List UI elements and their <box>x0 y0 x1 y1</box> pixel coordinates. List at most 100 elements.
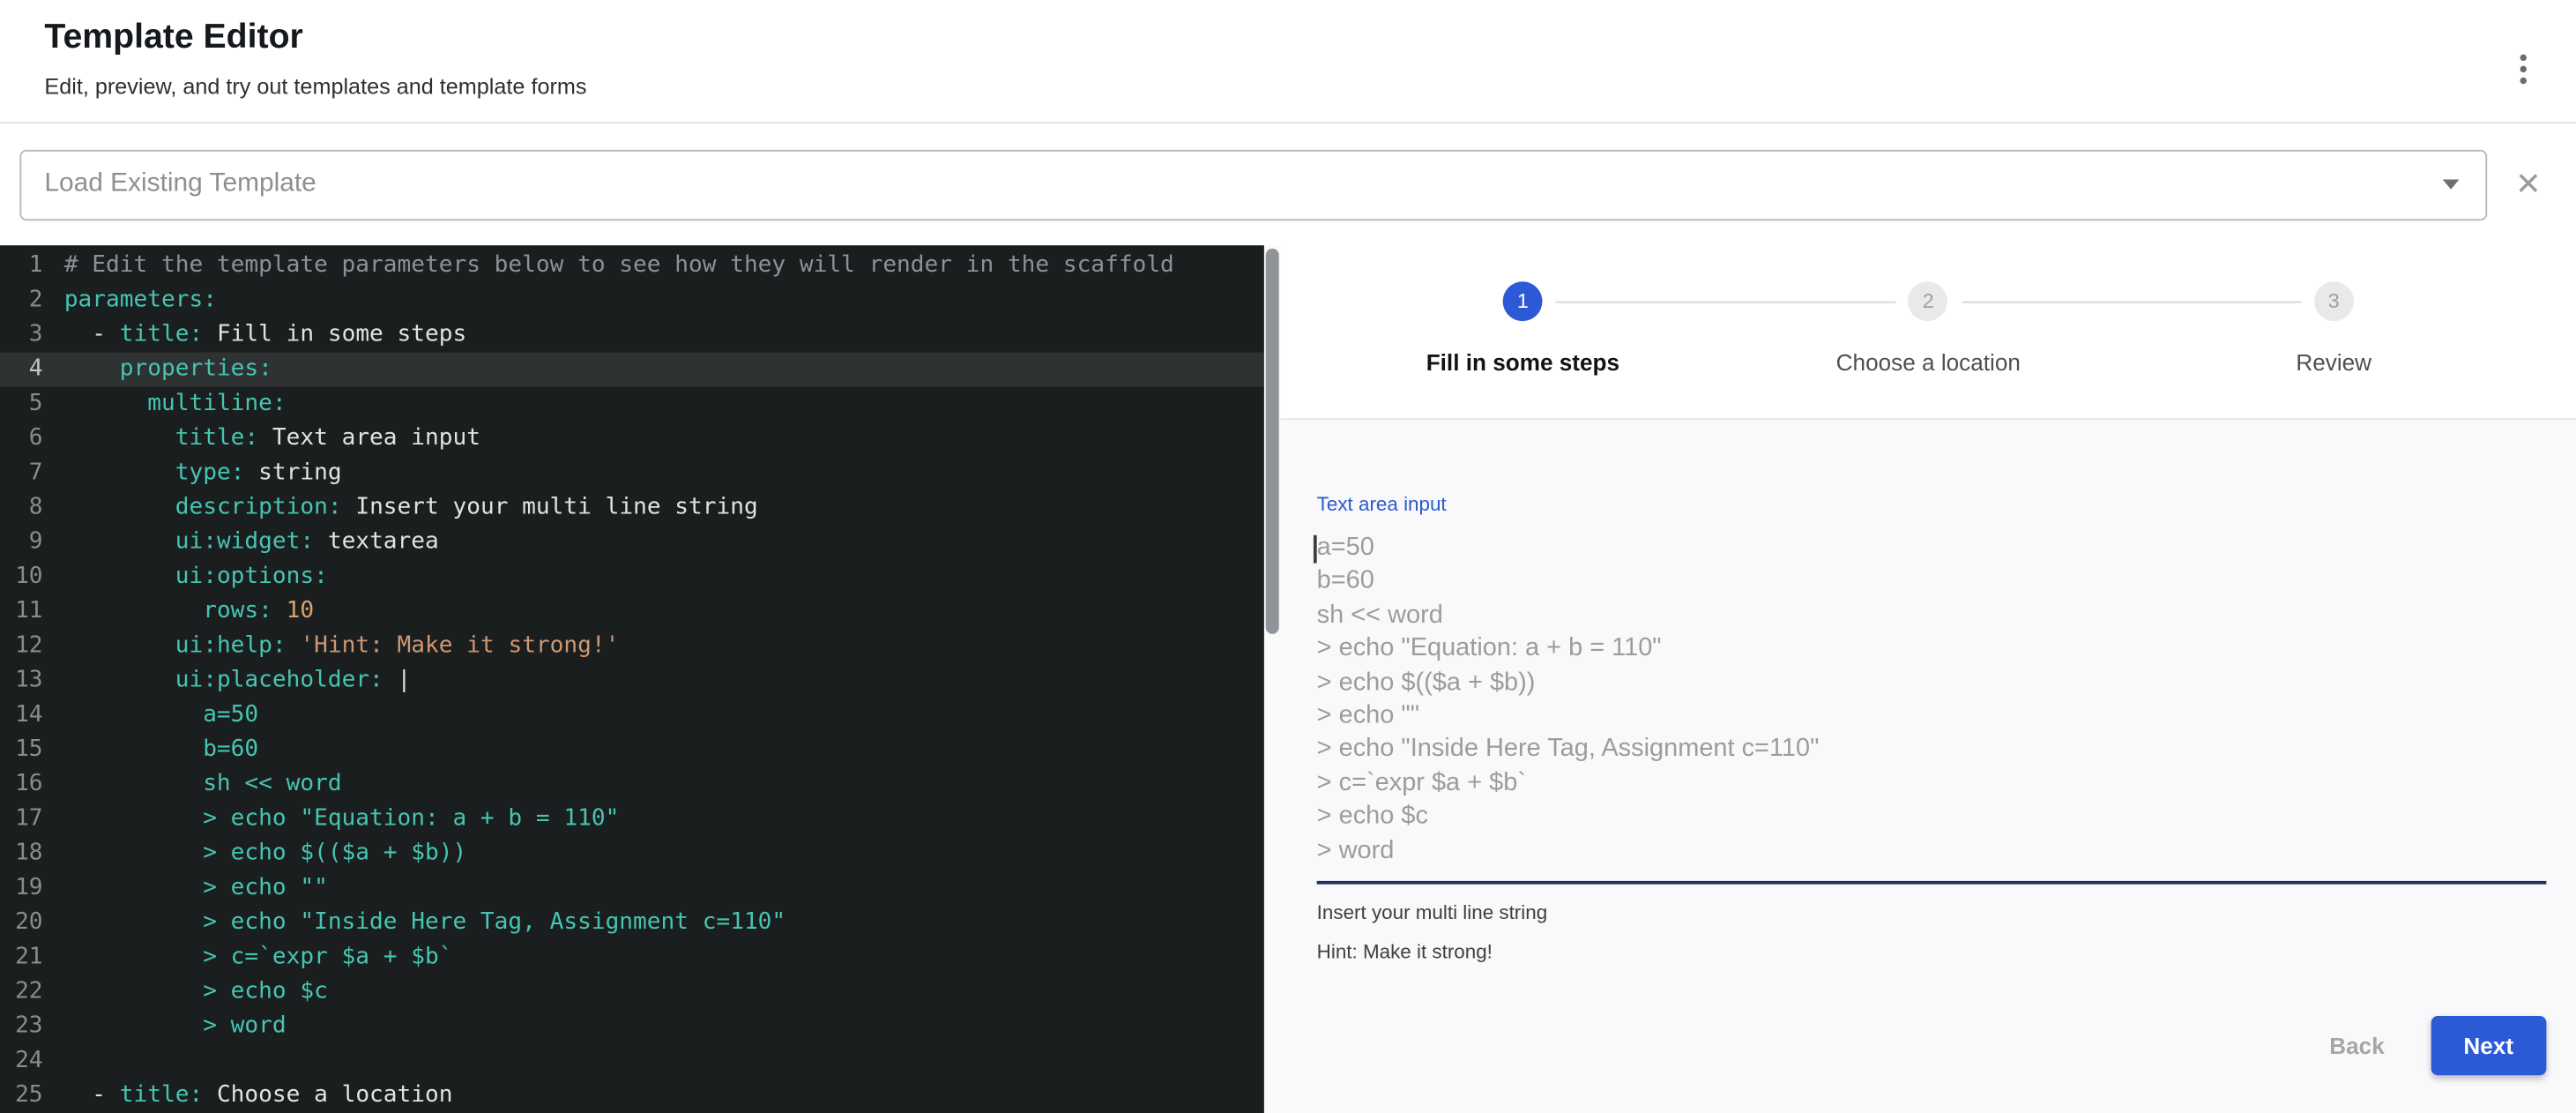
code-line[interactable]: 5 multiline: <box>0 387 1264 422</box>
page-subtitle: Edit, preview, and try out templates and… <box>44 74 586 99</box>
stepper-step-3[interactable]: 3 Review <box>2131 281 2536 375</box>
code-token: ui:placeholder: <box>175 667 383 693</box>
code-token: rows: <box>203 598 272 624</box>
code-line[interactable]: 20 > echo "Inside Here Tag, Assignment c… <box>0 906 1264 940</box>
code-line[interactable]: 6 title: Text area input <box>0 422 1264 456</box>
code-text: > echo $c <box>64 975 328 1009</box>
code-token: > c=`expr $a + $b` <box>64 944 453 970</box>
overflow-menu-icon[interactable] <box>2504 44 2543 93</box>
code-text: ui:options: <box>64 560 328 594</box>
code-token: description: <box>175 494 342 520</box>
line-number: 5 <box>0 387 43 422</box>
code-line[interactable]: 1# Edit the template parameters below to… <box>0 249 1264 283</box>
code-token: ui:options: <box>175 564 328 590</box>
code-text: > echo "Equation: a + b = 110" <box>64 802 620 836</box>
code-line[interactable]: 3 - title: Fill in some steps <box>0 317 1264 352</box>
code-token <box>64 598 203 624</box>
code-line[interactable]: 8 description: Insert your multi line st… <box>0 490 1264 525</box>
code-text: - title: Fill in some steps <box>64 317 466 352</box>
step-circle: 3 <box>2314 281 2354 321</box>
back-button[interactable]: Back <box>2306 1020 2408 1072</box>
line-number: 10 <box>0 560 43 594</box>
code-token <box>287 632 301 659</box>
load-template-placeholder: Load Existing Template <box>44 169 2442 199</box>
scrollbar-thumb[interactable] <box>1266 249 1279 634</box>
code-line[interactable]: 12 ui:help: 'Hint: Make it strong!' <box>0 629 1264 663</box>
textarea-focus-underline <box>1317 881 2547 885</box>
multiline-textarea[interactable]: a=50b=60sh << word> echo "Equation: a + … <box>1317 532 2547 868</box>
code-token <box>64 564 175 590</box>
step-label: Review <box>2296 349 2371 376</box>
code-token: > word <box>64 1012 287 1039</box>
code-token: string <box>244 459 341 486</box>
code-token: type: <box>175 459 245 486</box>
code-text: multiline: <box>64 387 287 422</box>
template-loader-row: Load Existing Template ✕ <box>0 123 2576 245</box>
line-number: 8 <box>0 490 43 525</box>
code-token: title: <box>120 1082 203 1109</box>
code-line[interactable]: 22 > echo $c <box>0 975 1264 1009</box>
code-text: > echo $(($a + $b)) <box>64 836 466 870</box>
code-token <box>64 528 175 555</box>
editor-scrollbar[interactable] <box>1264 245 1281 1113</box>
code-line[interactable]: 14 a=50 <box>0 698 1264 733</box>
code-text: parameters: <box>64 283 217 317</box>
line-number: 12 <box>0 629 43 663</box>
code-text: > echo "Inside Here Tag, Assignment c=11… <box>64 906 785 940</box>
code-text: # Edit the template parameters below to … <box>64 249 1174 283</box>
code-token: textarea <box>314 528 439 555</box>
textarea-line: > echo $(($a + $b)) <box>1317 666 2547 699</box>
stepper-step-1[interactable]: 1Fill in some steps <box>1320 281 1725 375</box>
line-number: 6 <box>0 422 43 456</box>
code-line[interactable]: 15 b=60 <box>0 733 1264 767</box>
code-token: Fill in some steps <box>203 321 466 347</box>
line-number: 3 <box>0 317 43 352</box>
code-line[interactable]: 19 > echo "" <box>0 871 1264 906</box>
code-editor[interactable]: 1# Edit the template parameters below to… <box>0 245 1264 1113</box>
code-line[interactable]: 18 > echo $(($a + $b)) <box>0 836 1264 870</box>
stepper-step-2[interactable]: 2Choose a location <box>1725 281 2131 375</box>
line-number: 7 <box>0 456 43 490</box>
code-token <box>64 667 175 693</box>
code-token: - <box>64 1082 120 1109</box>
code-line[interactable]: 10 ui:options: <box>0 560 1264 594</box>
code-line[interactable]: 2parameters: <box>0 283 1264 317</box>
code-token: # Edit the template parameters below to … <box>64 252 1174 279</box>
code-text: b=60 <box>64 733 258 767</box>
textarea-line: > c=`expr $a + $b` <box>1317 767 2547 801</box>
next-button[interactable]: Next <box>2431 1016 2546 1075</box>
code-token: > echo "Equation: a + b = 110" <box>64 805 620 832</box>
code-line[interactable]: 21 > c=`expr $a + $b` <box>0 940 1264 975</box>
code-token: parameters: <box>64 287 217 313</box>
code-token: ui:help: <box>175 632 287 659</box>
code-line[interactable]: 17 > echo "Equation: a + b = 110" <box>0 802 1264 836</box>
line-number: 20 <box>0 906 43 940</box>
close-icon[interactable]: ✕ <box>2500 156 2556 212</box>
code-line[interactable]: 23 > word <box>0 1010 1264 1044</box>
page-title: Template Editor <box>44 19 586 58</box>
code-text: sh << word <box>64 767 342 802</box>
code-line[interactable]: 9 ui:widget: textarea <box>0 526 1264 560</box>
code-token <box>64 494 175 520</box>
line-number: 18 <box>0 836 43 870</box>
code-text: ui:help: 'Hint: Make it strong!' <box>64 629 620 663</box>
code-line[interactable]: 16 sh << word <box>0 767 1264 802</box>
code-line[interactable]: 11 rows: 10 <box>0 594 1264 629</box>
page-header: Template Editor Edit, preview, and try o… <box>0 0 2576 123</box>
code-line[interactable]: 4 properties: <box>0 353 1264 387</box>
code-line[interactable]: 24 <box>0 1044 1264 1079</box>
code-token: > echo $(($a + $b)) <box>64 840 466 866</box>
code-line[interactable]: 25 - title: Choose a location <box>0 1079 1264 1113</box>
form-actions: Back Next <box>1317 1016 2547 1075</box>
line-number: 22 <box>0 975 43 1009</box>
text-cursor <box>1314 535 1316 564</box>
code-line[interactable]: 7 type: string <box>0 456 1264 490</box>
line-number: 17 <box>0 802 43 836</box>
code-token: b=60 <box>64 736 258 763</box>
line-number: 15 <box>0 733 43 767</box>
line-number: 23 <box>0 1010 43 1044</box>
code-line[interactable]: 13 ui:placeholder: | <box>0 663 1264 698</box>
line-number: 16 <box>0 767 43 802</box>
load-template-select[interactable]: Load Existing Template <box>19 149 2487 220</box>
editor-lines: 1# Edit the template parameters below to… <box>0 249 1264 1113</box>
